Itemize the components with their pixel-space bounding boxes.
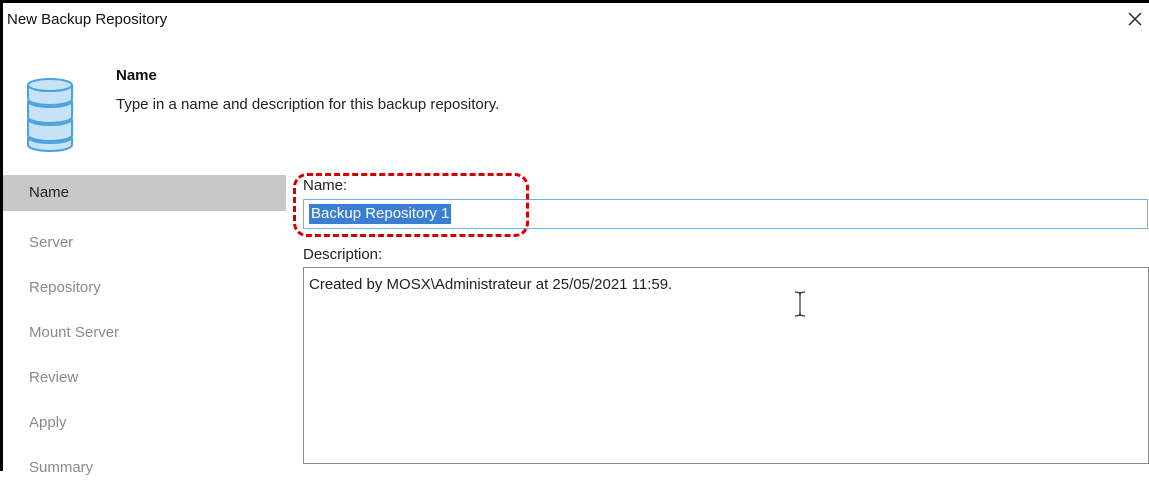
description-textarea[interactable]: Created by MOSX\Administrateur at 25/05/… [303, 267, 1149, 464]
nav-step-repository[interactable]: Repository [3, 265, 286, 310]
page-description: Type in a name and description for this … [116, 96, 500, 113]
close-icon [1128, 12, 1142, 26]
page-title: Name [116, 67, 157, 84]
wizard-header: Name Type in a name and description for … [3, 35, 1149, 155]
nav-step-review[interactable]: Review [3, 355, 286, 400]
nav-step-server[interactable]: Server [3, 220, 286, 265]
text-cursor-icon [794, 291, 806, 317]
nav-step-name[interactable]: Name [3, 175, 286, 211]
window-title: New Backup Repository [7, 11, 168, 28]
new-backup-repository-window: New Backup Repository Name Type in a nam… [0, 0, 1149, 476]
nav-step-summary[interactable]: Summary [3, 445, 286, 490]
description-label: Description: [303, 246, 383, 263]
nav-step-apply[interactable]: Apply [3, 400, 286, 445]
name-input-value: Backup Repository 1 [309, 204, 452, 224]
name-input[interactable]: Backup Repository 1 [303, 199, 1148, 229]
name-label: Name: [303, 177, 348, 194]
title-bar: New Backup Repository [3, 3, 1149, 35]
close-button[interactable] [1123, 7, 1147, 31]
nav-step-mount-server[interactable]: Mount Server [3, 310, 286, 355]
description-value: Created by MOSX\Administrateur at 25/05/… [309, 276, 673, 293]
wizard-steps-nav: Name Server Repository Mount Server Revi… [3, 175, 286, 490]
database-icon [27, 78, 73, 152]
